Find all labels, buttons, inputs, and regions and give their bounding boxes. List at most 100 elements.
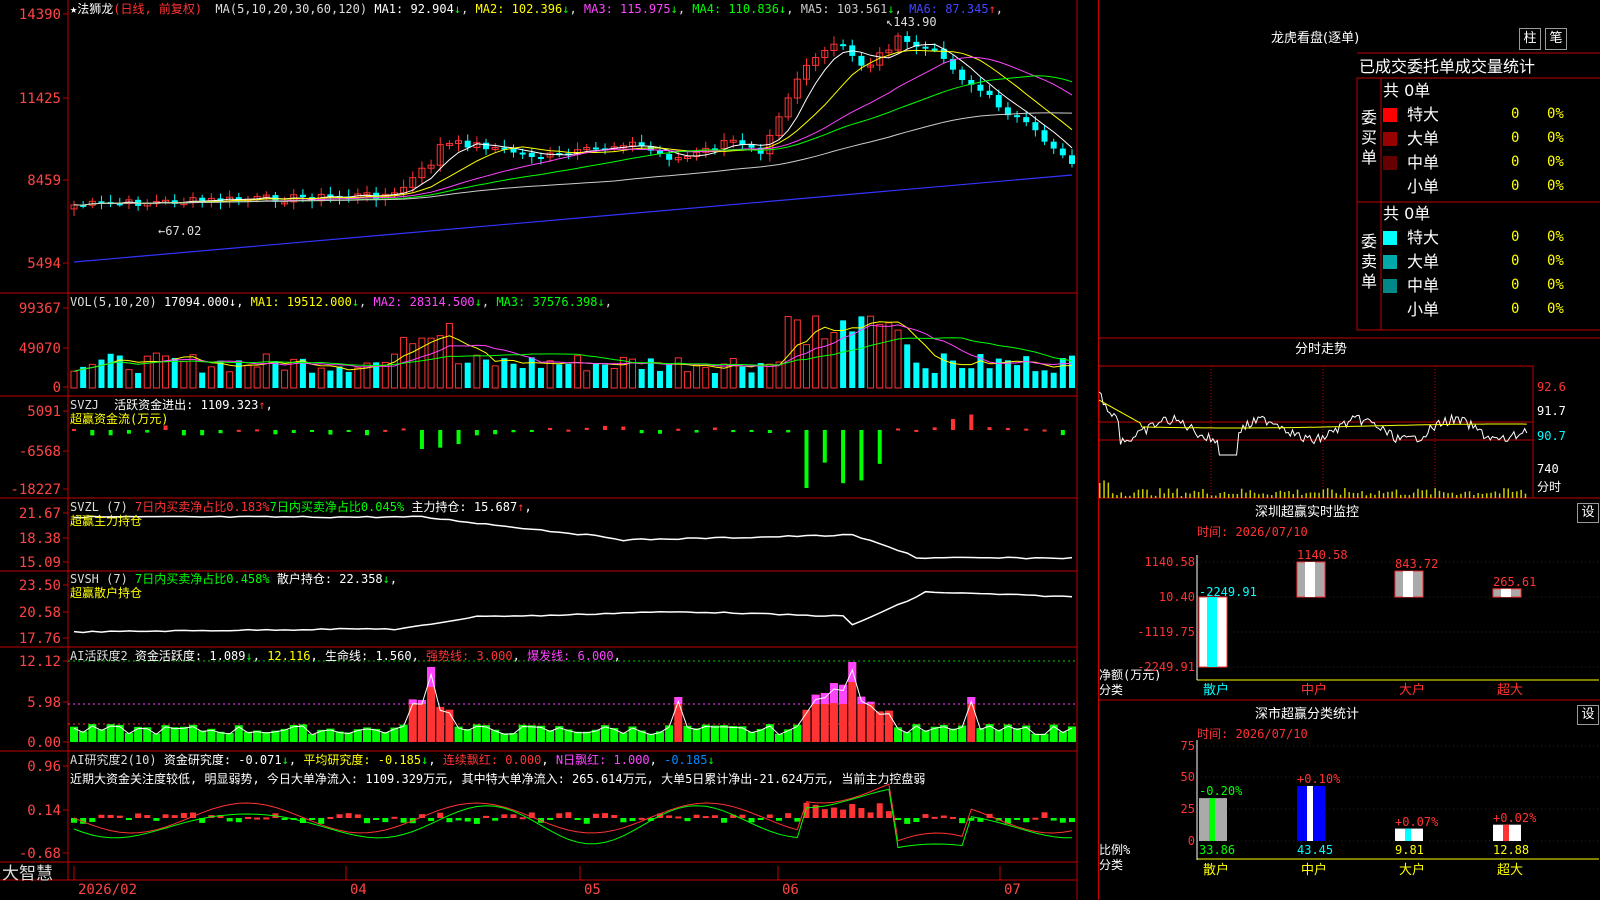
intraday-volume-bar	[1335, 493, 1337, 498]
ma-arrow: ↓	[351, 295, 360, 309]
research-bar	[611, 814, 618, 818]
stats-bar-highlight	[1307, 785, 1313, 841]
ai-research-note: 近期大资金关注度较低, 明显弱势, 今日大单净流入: 1109.329万元, 其…	[70, 772, 926, 786]
stats-bar-highlight	[1405, 828, 1411, 841]
activity-bar	[1068, 726, 1076, 742]
candle-body	[840, 44, 847, 47]
intraday-volume-bar	[1408, 495, 1411, 498]
separator: ,	[995, 2, 1004, 16]
y-tick-label: 0	[53, 380, 61, 396]
flow-bar	[639, 430, 644, 434]
sell-row-pct: 0%	[1547, 277, 1564, 293]
buy-row-label: 特大	[1407, 105, 1440, 124]
buy-row-count: 0	[1511, 154, 1520, 170]
monitor-y-tick: 1140.58	[1144, 555, 1195, 569]
stats-y-tick: 25	[1180, 802, 1195, 816]
research-bar	[693, 814, 700, 818]
svzl-line	[73, 515, 1073, 560]
intraday-volume-bar	[1391, 491, 1393, 498]
sell-row-label: 大单	[1407, 252, 1440, 271]
y-tick-label: 15.09	[19, 555, 61, 571]
intraday-volume-bar	[1417, 488, 1419, 498]
volume-bar	[510, 363, 517, 388]
bar-view-button[interactable]: 柱	[1519, 28, 1541, 50]
intraday-volume-bar	[1185, 492, 1187, 498]
sell-row-count: 0	[1511, 277, 1520, 293]
research-bar	[244, 817, 251, 820]
intraday-volume-bar	[1430, 494, 1432, 498]
volume-bar	[1032, 371, 1039, 388]
volume-bar	[107, 353, 114, 388]
y-tick-label: 17.76	[19, 631, 61, 647]
flow-bar	[438, 430, 443, 448]
volume-bar	[674, 357, 682, 389]
intraday-volume-bar	[1486, 493, 1488, 498]
intraday-volume-bar	[1507, 488, 1509, 498]
y-tick-label: 0.96	[27, 759, 61, 775]
volume-bar	[802, 344, 810, 389]
volume-bar	[876, 323, 884, 389]
candle-body	[528, 152, 535, 157]
activity-bar	[408, 699, 417, 742]
flow-bar	[914, 429, 919, 432]
monitor-category-label: 散户	[1203, 683, 1230, 698]
intraday-volume-bar	[1309, 492, 1312, 498]
flow-bar	[859, 430, 864, 481]
research-bar	[510, 814, 517, 818]
buy-row-label: 小单	[1407, 177, 1440, 196]
intraday-volume-bar	[1271, 495, 1273, 498]
volume-bar	[226, 371, 234, 389]
candle-body	[464, 140, 471, 148]
intraday-volume-bar	[1232, 493, 1234, 498]
activity-bar	[417, 699, 426, 742]
buy-orders-label: 委买单	[1361, 108, 1378, 167]
intraday-volume-bar	[1464, 491, 1466, 498]
monitor-settings-button[interactable]: 设	[1577, 503, 1599, 523]
research-bar	[107, 814, 114, 818]
monitor-bar-highlight	[1403, 571, 1413, 597]
flow-bar	[493, 430, 498, 435]
chart-area[interactable]: 14390 11425 8459 5494 99367 49070 0 5091 -6568 -1…	[0, 0, 1098, 900]
research-bar	[1014, 818, 1021, 820]
activity-bar	[198, 730, 207, 742]
research-bar	[721, 818, 728, 823]
flow-bar	[163, 425, 168, 430]
buy-color-swatch	[1383, 108, 1397, 122]
volume-bar	[656, 370, 663, 388]
research-bar	[171, 815, 178, 818]
stats-change-label: +0.10%	[1297, 771, 1341, 786]
svzj-sub: 超赢资金流(万元)	[70, 412, 169, 426]
intraday-volume-bar	[1266, 494, 1269, 498]
vol-ma-value-2: MA2: 28314.500	[366, 295, 475, 309]
research-bar	[235, 818, 242, 823]
intraday-volume-bar	[1163, 493, 1165, 498]
research-bar	[565, 812, 572, 818]
research-bar	[116, 815, 123, 818]
research-bar	[391, 816, 398, 819]
volume-bar	[199, 372, 206, 388]
stats-settings-button[interactable]: 设	[1577, 705, 1599, 725]
activity-bar	[234, 725, 243, 742]
buy-row-label: 中单	[1407, 153, 1440, 172]
candle-body	[858, 55, 865, 66]
ma-arrow: ↓	[453, 2, 462, 16]
activity-bar	[665, 725, 674, 742]
volume-bar	[683, 371, 691, 389]
activity-bar	[710, 725, 719, 742]
flow-bar	[1005, 428, 1010, 431]
intraday-volume-bar	[1443, 492, 1445, 498]
volume-bar	[272, 361, 279, 388]
intraday-volume-bar	[1172, 492, 1174, 498]
volume-bar	[619, 356, 627, 389]
tick-view-button[interactable]: 笔	[1545, 28, 1567, 50]
flow-bar	[273, 430, 278, 435]
intraday-volume-bar	[1404, 494, 1406, 498]
ma-line-20	[73, 56, 1073, 206]
activity-bar	[875, 711, 884, 742]
sell-color-swatch	[1383, 279, 1397, 293]
flow-bar	[841, 430, 846, 484]
volume-bar	[501, 358, 508, 388]
research-bar	[281, 818, 288, 820]
research-bar	[1032, 817, 1039, 820]
candle-body	[1014, 115, 1021, 118]
